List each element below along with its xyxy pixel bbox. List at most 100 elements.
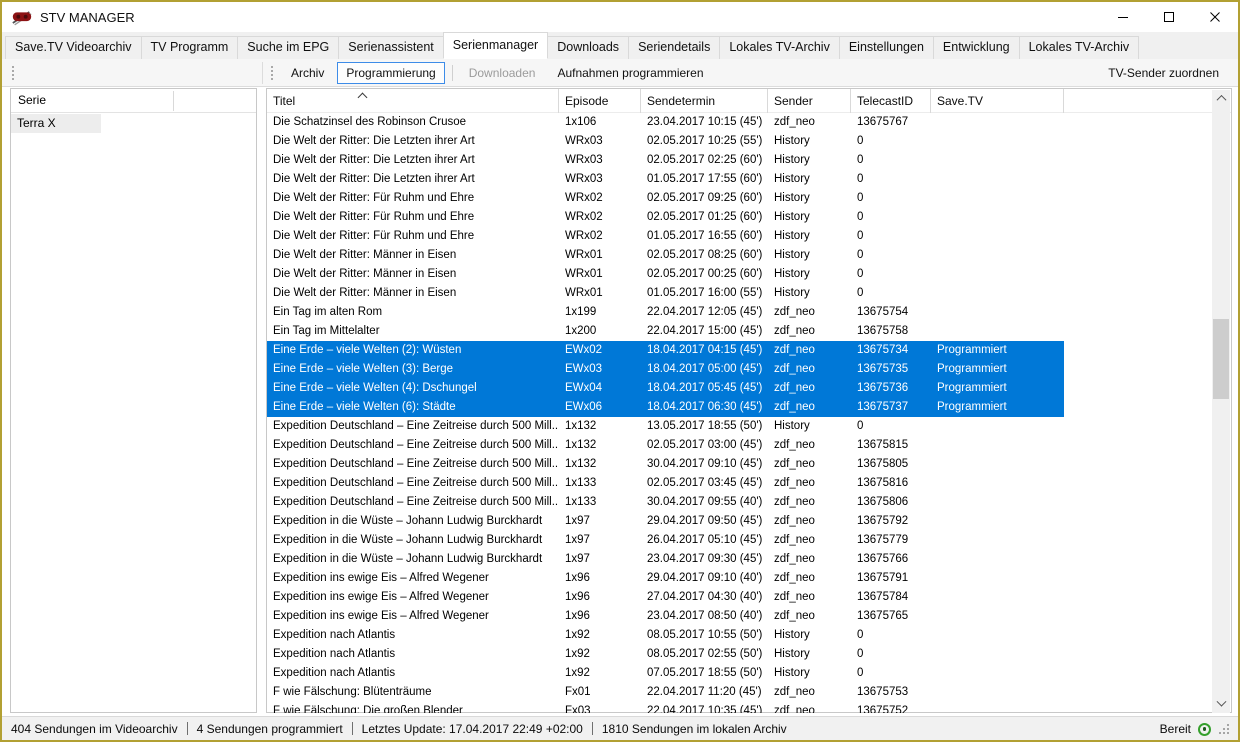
table-row[interactable]: Expedition ins ewige Eis – Alfred Wegene… (267, 588, 1064, 607)
table-row[interactable]: Expedition nach Atlantis 1x92 08.05.2017… (267, 645, 1064, 664)
table-row[interactable]: Die Welt der Ritter: Männer in Eisen WRx… (267, 246, 1064, 265)
table-row[interactable]: Expedition nach Atlantis 1x92 08.05.2017… (267, 626, 1064, 645)
cell-sendetermin: 02.05.2017 03:00 (45') (641, 436, 768, 455)
table-row[interactable]: Expedition in die Wüste – Johann Ludwig … (267, 550, 1064, 569)
table-row[interactable]: Ein Tag im Mittelalter 1x200 22.04.2017 … (267, 322, 1064, 341)
vertical-scrollbar[interactable] (1212, 90, 1230, 713)
table-header-row: TitelEpisodeSendeterminSenderTelecastIDS… (267, 89, 1231, 113)
column-header-sender[interactable]: Sender (768, 89, 851, 113)
cell-sender: History (768, 227, 851, 246)
table-row[interactable]: Expedition nach Atlantis 1x92 07.05.2017… (267, 664, 1064, 683)
tab-lokales-tv-archiv[interactable]: Lokales TV-Archiv (719, 36, 840, 59)
tab-seriendetails[interactable]: Seriendetails (628, 36, 720, 59)
table-row[interactable]: Die Welt der Ritter: Die Letzten ihrer A… (267, 170, 1064, 189)
tab-serienmanager[interactable]: Serienmanager (443, 32, 548, 59)
table-row[interactable]: Die Welt der Ritter: Für Ruhm und Ehre W… (267, 227, 1064, 246)
tab-label: Serienmanager (453, 38, 538, 52)
tab-serienassistent[interactable]: Serienassistent (338, 36, 443, 59)
table-row[interactable]: Expedition Deutschland – Eine Zeitreise … (267, 474, 1064, 493)
cell-telecastid: 13675805 (851, 455, 931, 474)
tab-label: Lokales TV-Archiv (729, 40, 830, 54)
column-header-episode[interactable]: Episode (559, 89, 641, 113)
series-column-header[interactable]: Serie (11, 89, 256, 113)
table-row[interactable]: Die Welt der Ritter: Männer in Eisen WRx… (267, 265, 1064, 284)
minimize-button[interactable] (1100, 2, 1146, 32)
cell-sender: History (768, 417, 851, 436)
cell-episode: 1x96 (559, 569, 641, 588)
table-row[interactable]: Eine Erde – viele Welten (3): Berge EWx0… (267, 360, 1064, 379)
cell-titel: Die Welt der Ritter: Männer in Eisen (267, 265, 559, 284)
cell-titel: Expedition Deutschland – Eine Zeitreise … (267, 493, 559, 512)
table-row[interactable]: Eine Erde – viele Welten (4): Dschungel … (267, 379, 1064, 398)
tab-downloads[interactable]: Downloads (547, 36, 629, 59)
cell-sender: zdf_neo (768, 702, 851, 713)
toolbar-grip-icon[interactable] (270, 66, 274, 80)
table-row[interactable]: Expedition ins ewige Eis – Alfred Wegene… (267, 607, 1064, 626)
table-row[interactable]: Expedition Deutschland – Eine Zeitreise … (267, 455, 1064, 474)
column-header-sendetermin[interactable]: Sendetermin (641, 89, 768, 113)
scroll-down-icon[interactable] (1212, 696, 1230, 713)
status-lokales-archiv: 1810 Sendungen im lokalen Archiv (602, 722, 787, 736)
resize-grip[interactable] (1218, 723, 1230, 735)
column-divider[interactable] (173, 91, 174, 111)
table-row[interactable]: Expedition Deutschland – Eine Zeitreise … (267, 493, 1064, 512)
table-row[interactable]: Expedition in die Wüste – Johann Ludwig … (267, 512, 1064, 531)
table-row[interactable]: Die Welt der Ritter: Die Letzten ihrer A… (267, 132, 1064, 151)
tab-suche-im-epg[interactable]: Suche im EPG (237, 36, 339, 59)
archiv-button[interactable]: Archiv (282, 62, 333, 84)
cell-savetv: Programmiert (931, 341, 1064, 360)
cell-telecastid: 13675735 (851, 360, 931, 379)
cell-savetv (931, 607, 1064, 626)
cell-sendetermin: 29.04.2017 09:50 (45') (641, 512, 768, 531)
close-button[interactable] (1192, 2, 1238, 32)
table-row[interactable]: Ein Tag im alten Rom 1x199 22.04.2017 12… (267, 303, 1064, 322)
series-list-item[interactable]: Terra X (11, 114, 101, 133)
cell-telecastid: 0 (851, 417, 931, 436)
programmierung-button[interactable]: Programmierung (337, 62, 444, 84)
column-header-titel[interactable]: Titel (267, 89, 559, 113)
table-row[interactable]: Die Welt der Ritter: Die Letzten ihrer A… (267, 151, 1064, 170)
tab-tv-programm[interactable]: TV Programm (141, 36, 239, 59)
series-panel: Serie Terra X (10, 88, 257, 713)
table-row[interactable]: Eine Erde – viele Welten (2): Wüsten EWx… (267, 341, 1064, 360)
table-row[interactable]: Die Schatzinsel des Robinson Crusoe 1x10… (267, 113, 1064, 132)
tab-save-tv-videoarchiv[interactable]: Save.TV Videoarchiv (5, 36, 142, 59)
cell-episode: WRx02 (559, 208, 641, 227)
maximize-button[interactable] (1146, 2, 1192, 32)
tab-einstellungen[interactable]: Einstellungen (839, 36, 934, 59)
tab-lokales-tv-archiv[interactable]: Lokales TV-Archiv (1019, 36, 1140, 59)
status-separator (352, 722, 353, 735)
table-row[interactable]: Die Welt der Ritter: Für Ruhm und Ehre W… (267, 208, 1064, 227)
scroll-up-icon[interactable] (1212, 90, 1230, 107)
cell-savetv (931, 455, 1064, 474)
table-row[interactable]: F wie Fälschung: Blütenträume Fx01 22.04… (267, 683, 1064, 702)
toolbar: Archiv Programmierung Downloaden Aufnahm… (2, 59, 1238, 87)
cell-sendetermin: 07.05.2017 18:55 (50') (641, 664, 768, 683)
cell-telecastid: 13675753 (851, 683, 931, 702)
scrollbar-thumb[interactable] (1213, 319, 1229, 399)
tv-sender-zuordnen-button[interactable]: TV-Sender zuordnen (1099, 62, 1228, 84)
column-header-telecastid[interactable]: TelecastID (851, 89, 931, 113)
toolbar-grip-icon[interactable] (11, 66, 15, 80)
cell-titel: Expedition Deutschland – Eine Zeitreise … (267, 474, 559, 493)
cell-telecastid: 13675737 (851, 398, 931, 417)
cell-sendetermin: 08.05.2017 10:55 (50') (641, 626, 768, 645)
cell-titel: Die Schatzinsel des Robinson Crusoe (267, 113, 559, 132)
table-row[interactable]: Die Welt der Ritter: Männer in Eisen WRx… (267, 284, 1064, 303)
tab-entwicklung[interactable]: Entwicklung (933, 36, 1020, 59)
cell-savetv (931, 531, 1064, 550)
table-row[interactable]: Expedition Deutschland – Eine Zeitreise … (267, 417, 1064, 436)
aufnahmen-programmieren-button[interactable]: Aufnahmen programmieren (548, 62, 712, 84)
cell-sender: zdf_neo (768, 569, 851, 588)
table-row[interactable]: Eine Erde – viele Welten (6): Städte EWx… (267, 398, 1064, 417)
cell-sendetermin: 02.05.2017 02:25 (60') (641, 151, 768, 170)
cell-sendetermin: 18.04.2017 04:15 (45') (641, 341, 768, 360)
table-row[interactable]: Expedition ins ewige Eis – Alfred Wegene… (267, 569, 1064, 588)
table-row[interactable]: Expedition Deutschland – Eine Zeitreise … (267, 436, 1064, 455)
column-header-save-tv[interactable]: Save.TV (931, 89, 1064, 113)
table-row[interactable]: Die Welt der Ritter: Für Ruhm und Ehre W… (267, 189, 1064, 208)
table-row[interactable]: Expedition in die Wüste – Johann Ludwig … (267, 531, 1064, 550)
cell-sender: zdf_neo (768, 360, 851, 379)
sort-ascending-icon (359, 92, 366, 99)
table-row[interactable]: F wie Fälschung: Die großen Blender Fx03… (267, 702, 1064, 713)
